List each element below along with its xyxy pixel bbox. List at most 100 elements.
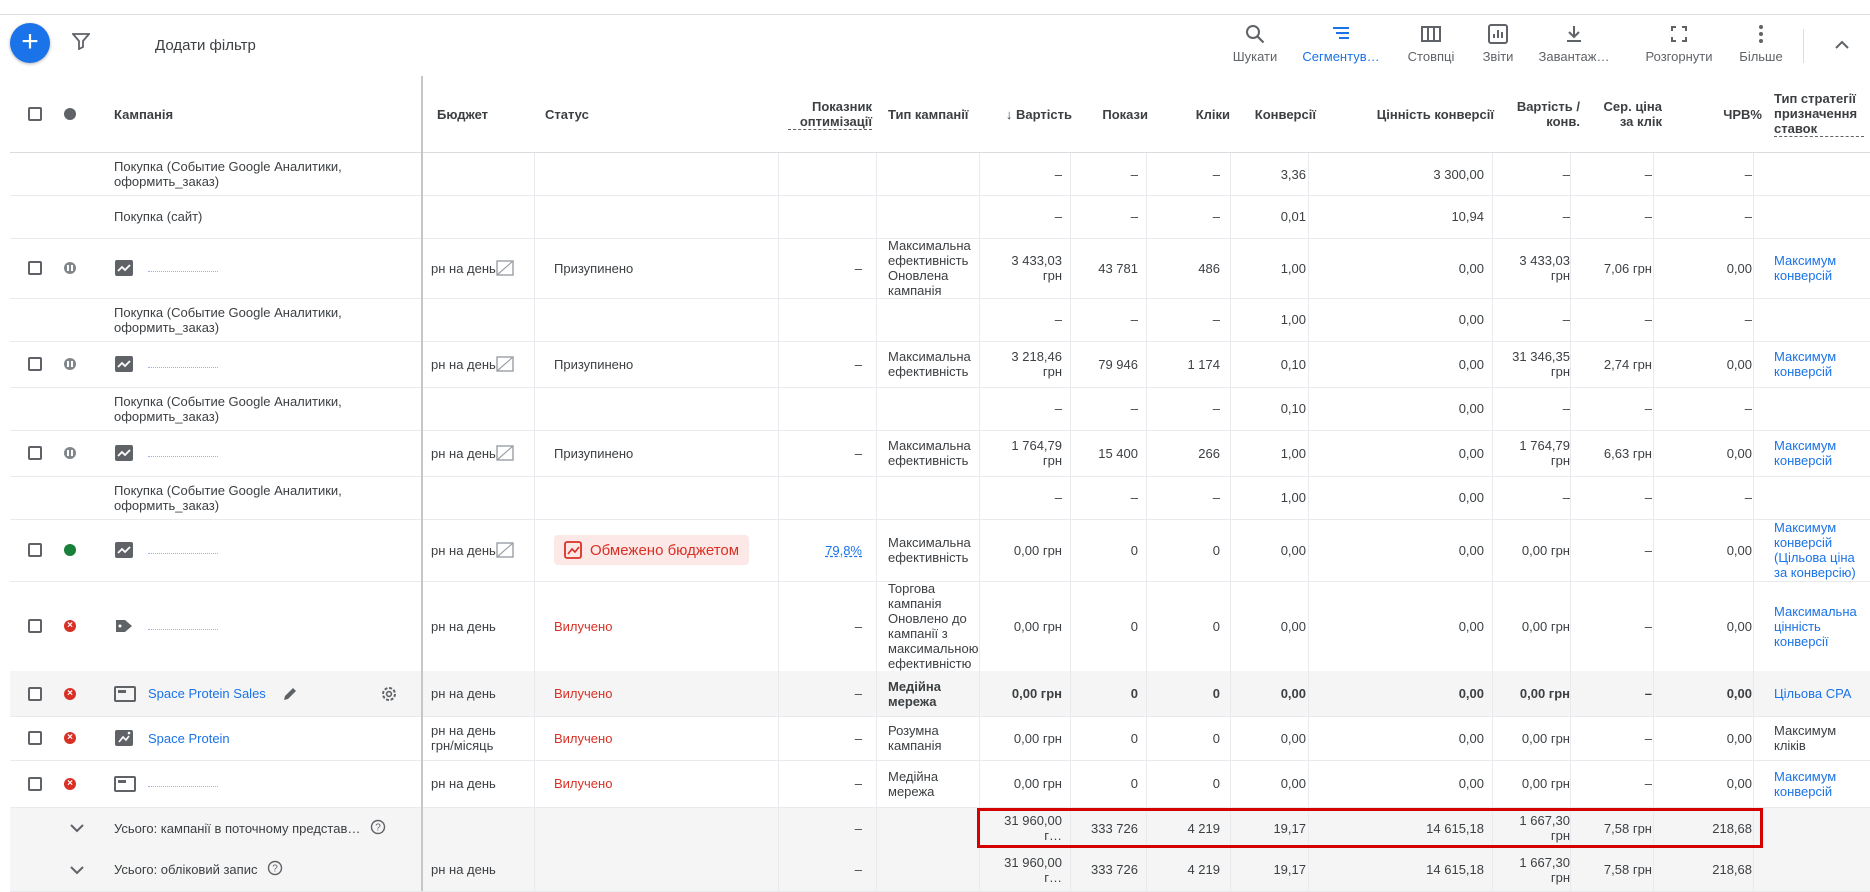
status-indicator[interactable] xyxy=(64,238,84,298)
removed-status-icon: × xyxy=(64,732,76,744)
campaign-name-link[interactable] xyxy=(148,238,298,298)
col-cost[interactable]: ↓ Вартість xyxy=(992,76,1072,152)
help-icon[interactable]: ? xyxy=(370,819,386,838)
column-divider xyxy=(1753,716,1754,760)
cell-bid[interactable]: Цільова CPA xyxy=(1774,671,1860,716)
col-campaign[interactable]: Кампанія xyxy=(114,76,414,152)
expand-button[interactable]: Розгорнути xyxy=(1637,23,1721,64)
col-avg-cpc[interactable]: Сер. ціна за клік xyxy=(1590,76,1662,152)
col-clicks[interactable]: Кліки xyxy=(1158,76,1230,152)
status-text: Призупинено xyxy=(554,445,634,461)
segment-button[interactable]: Сегментув… xyxy=(1300,23,1382,64)
status-indicator[interactable]: × xyxy=(64,716,84,760)
select-all-checkbox[interactable] xyxy=(28,76,48,152)
cell-bid[interactable]: Максимум конверсій xyxy=(1774,760,1860,807)
col-ctr[interactable]: ЧРВ% xyxy=(1672,76,1762,152)
campaign-name-link[interactable] xyxy=(148,519,298,581)
campaign-name-link[interactable]: Space Protein Sales xyxy=(148,671,298,716)
toolbar-divider xyxy=(1803,29,1804,63)
more-button[interactable]: Більше xyxy=(1733,23,1789,64)
chevron-down-icon[interactable] xyxy=(68,848,90,891)
checkbox-box[interactable] xyxy=(28,543,42,557)
cell-bid[interactable]: Максимум конверсій (Цільова ціна за конв… xyxy=(1774,519,1860,581)
checkbox-box[interactable] xyxy=(28,776,42,791)
col-opt-score[interactable]: Показник оптимізації xyxy=(788,76,872,152)
col-status[interactable]: Статус xyxy=(545,76,775,152)
checkbox-box[interactable] xyxy=(28,446,42,460)
chevron-down-icon[interactable] xyxy=(68,808,90,848)
row-checkbox[interactable] xyxy=(28,238,48,298)
reports-button[interactable]: Звіти xyxy=(1475,23,1521,64)
columns-button[interactable]: Стовпці xyxy=(1398,23,1464,64)
filter-icon[interactable] xyxy=(71,32,91,55)
cell-impr: 0 xyxy=(1130,686,1138,701)
checkbox-box[interactable] xyxy=(28,619,42,633)
add-campaign-button[interactable]: + xyxy=(10,23,50,63)
cell-bid[interactable]: Максимум кліків xyxy=(1774,716,1860,760)
tag-icon xyxy=(116,620,132,632)
status-indicator[interactable]: × xyxy=(64,671,84,716)
row-checkbox[interactable] xyxy=(28,716,48,760)
cell-bid[interactable]: Максимальна цінність конверсії xyxy=(1774,581,1860,671)
campaign-name-link[interactable]: Space Protein xyxy=(148,716,298,760)
row-checkbox[interactable] xyxy=(28,671,48,716)
status-indicator[interactable] xyxy=(64,519,84,581)
campaign-name-link[interactable] xyxy=(148,581,298,671)
cell-avg_cpc: – xyxy=(1644,166,1652,182)
status-indicator[interactable] xyxy=(64,430,84,476)
row-checkbox[interactable] xyxy=(28,581,48,671)
cell-bid[interactable]: Максимум конверсій xyxy=(1774,430,1860,476)
cell-opt[interactable]: 79,8% xyxy=(788,519,862,581)
conversion-action-row: Покупка (Событие Google Аналитики, оформ… xyxy=(10,298,1870,342)
cell-bid[interactable]: Максимум конверсій xyxy=(1774,238,1860,298)
column-divider xyxy=(1492,476,1493,519)
checkbox-box[interactable] xyxy=(28,686,42,701)
checkbox-box[interactable] xyxy=(28,731,42,745)
campaign-name-link[interactable] xyxy=(148,430,298,476)
col-budget[interactable]: Бюджет xyxy=(437,76,537,152)
col-bid-strategy[interactable]: Тип стратегії призначення ставок xyxy=(1774,76,1864,152)
status-indicator[interactable]: × xyxy=(64,760,84,807)
column-divider xyxy=(1308,153,1309,195)
row-checkbox[interactable] xyxy=(28,760,48,807)
status-indicator[interactable] xyxy=(64,341,84,387)
col-conversions[interactable]: Конверсії xyxy=(1240,76,1316,152)
help-icon[interactable]: ? xyxy=(267,860,283,879)
cell-ctr: – xyxy=(1744,166,1752,182)
col-cost-per-conv[interactable]: Вартість / конв. xyxy=(1504,76,1580,152)
download-button[interactable]: Завантаж… xyxy=(1534,23,1614,64)
settings-gear-icon[interactable] xyxy=(380,671,402,716)
cell-avg_cpc: – xyxy=(1644,686,1652,701)
column-divider xyxy=(1492,341,1493,387)
checkbox-box[interactable] xyxy=(28,261,42,275)
campaign-name-link[interactable] xyxy=(148,341,298,387)
cell-bid[interactable]: Максимум конверсій xyxy=(1774,341,1860,387)
campaign-name-link[interactable] xyxy=(148,760,298,807)
col-impressions[interactable]: Покази xyxy=(1080,76,1148,152)
totals-label: Усього: кампанії в поточному представ…? xyxy=(114,808,414,848)
add-filter-button[interactable]: Додати фільтр xyxy=(155,37,256,54)
row-checkbox[interactable] xyxy=(28,519,48,581)
totals-label: Усього: обліковий запис? xyxy=(114,848,414,891)
cell-conv: 0,00 xyxy=(1280,686,1306,701)
status-column-header[interactable] xyxy=(64,76,84,152)
cell-conv: 0,01 xyxy=(1280,209,1306,224)
edit-icon[interactable] xyxy=(282,671,302,716)
col-conv-value[interactable]: Цінність конверсії xyxy=(1326,76,1494,152)
column-divider xyxy=(778,476,779,519)
campaign-type-icon xyxy=(114,581,136,671)
column-divider xyxy=(876,430,877,476)
status-indicator[interactable]: × xyxy=(64,581,84,671)
row-checkbox[interactable] xyxy=(28,341,48,387)
column-divider xyxy=(778,581,779,671)
display-icon xyxy=(114,775,136,792)
cell-impr: – xyxy=(1130,312,1138,327)
search-button[interactable]: Шукати xyxy=(1226,23,1284,64)
checkbox-box[interactable] xyxy=(28,357,42,371)
cell-conv_value: 0,00 xyxy=(1458,356,1484,372)
row-checkbox[interactable] xyxy=(28,430,48,476)
limited-by-budget-chip[interactable]: Обмежено бюджетом xyxy=(554,535,750,565)
col-campaign-type[interactable]: Тип кампанії xyxy=(888,76,984,152)
redacted-name xyxy=(148,450,218,457)
chevron-up-icon[interactable] xyxy=(1832,35,1852,60)
